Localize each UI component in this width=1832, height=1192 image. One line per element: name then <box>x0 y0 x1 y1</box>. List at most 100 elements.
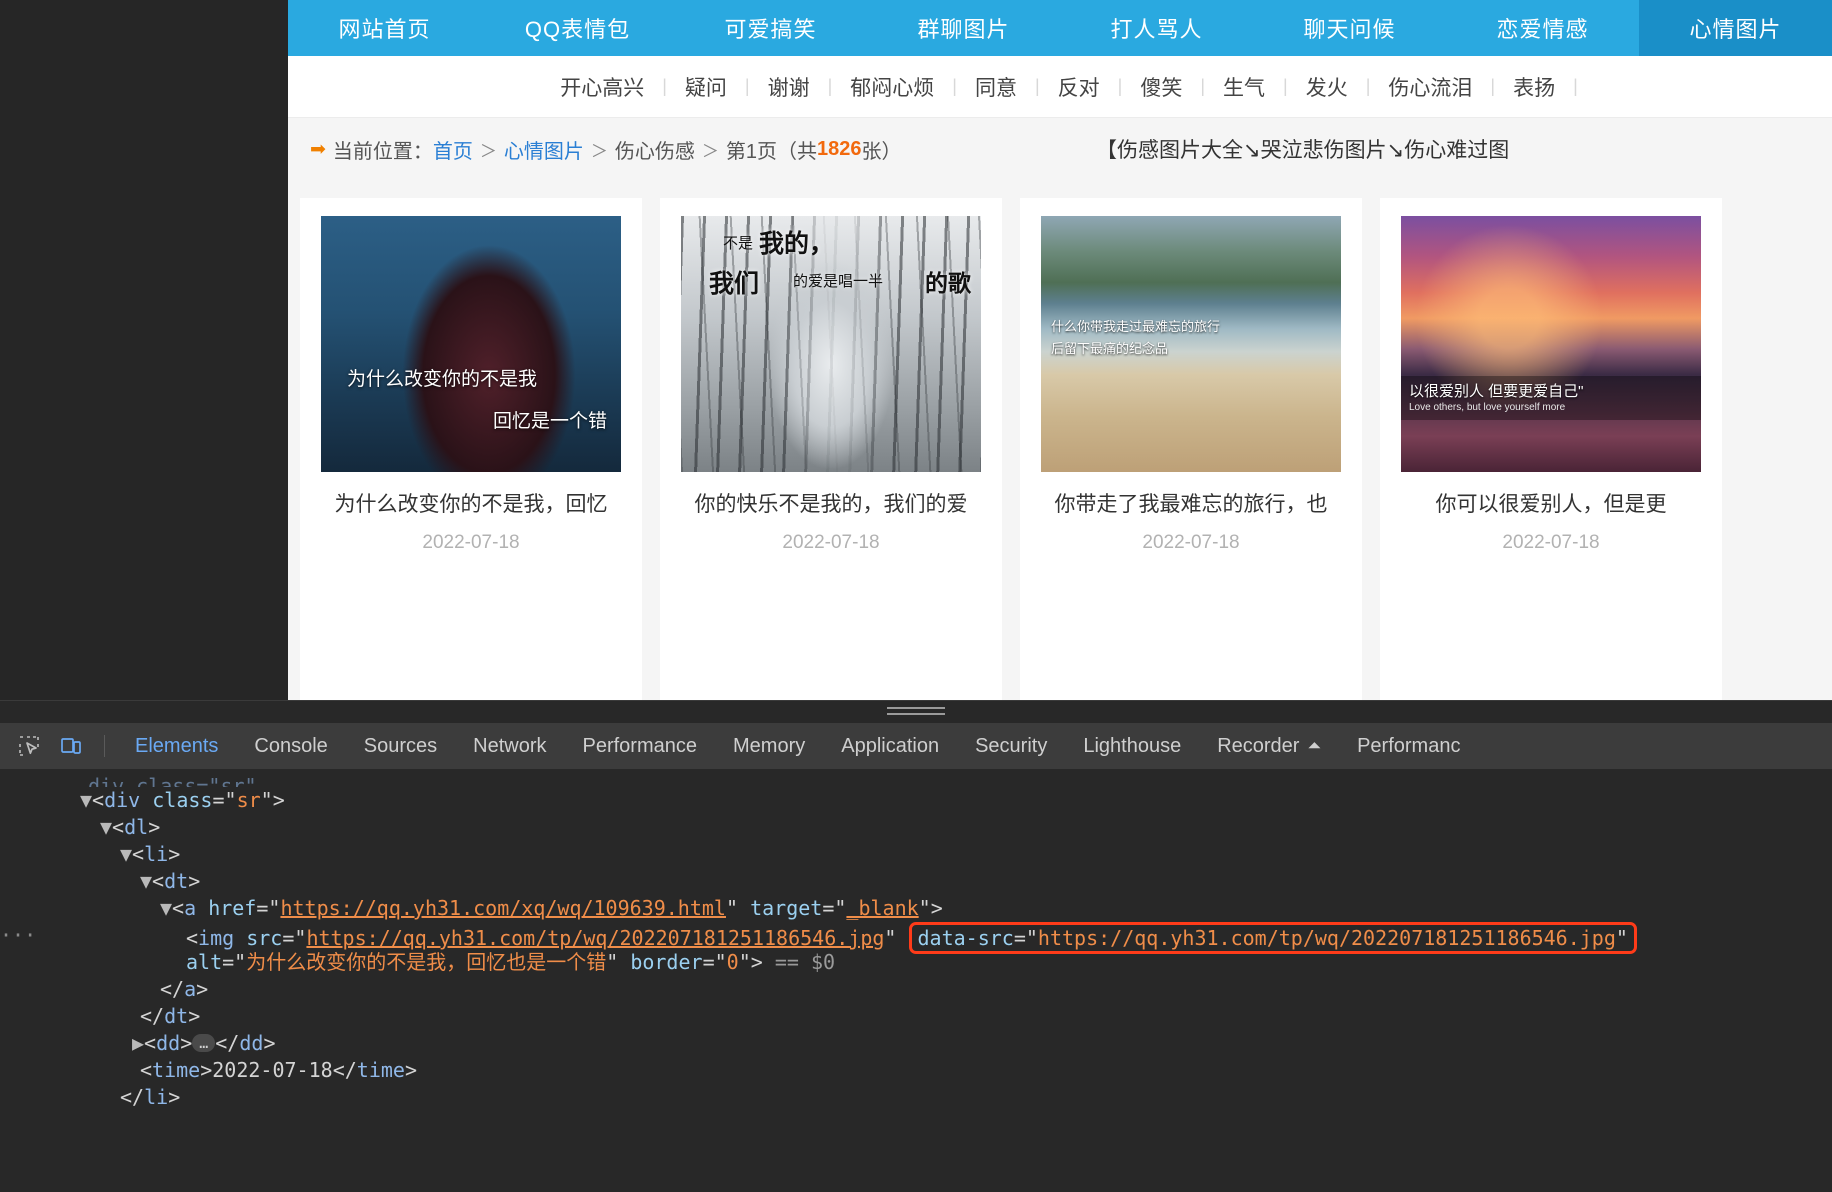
collapsed-content-icon[interactable]: … <box>192 1034 216 1052</box>
card-thumbnail[interactable]: 什么你带我走过最难忘的旅行 后留下最痛的纪念品 <box>1041 216 1341 472</box>
sub-nav-item-0[interactable]: 开心高兴 <box>542 72 662 102</box>
disclosure-triangle-icon[interactable]: ▼ <box>140 869 152 893</box>
dom-row-close-dt[interactable]: </dt> <box>0 1003 1832 1030</box>
main-nav-item-3[interactable]: 群聊图片 <box>867 0 1060 56</box>
thumbnail-overlay-subtext: Love others, but love yourself more <box>1409 402 1566 413</box>
main-nav-item-4[interactable]: 打人骂人 <box>1060 0 1253 56</box>
dom-row-dl[interactable]: ▼<dl> <box>0 814 1832 841</box>
device-toolbar-icon[interactable] <box>50 723 92 769</box>
card-thumbnail[interactable]: 为什么改变你的不是我 回忆是一个错 <box>321 216 621 472</box>
tag-name: li <box>144 842 169 866</box>
disclosure-triangle-icon[interactable]: ▼ <box>120 842 132 866</box>
sub-nav-item-2[interactable]: 谢谢 <box>750 72 828 102</box>
attr-name-href: href <box>208 896 257 920</box>
card-caption[interactable]: 你可以很爱别人，但是更 <box>1392 488 1710 518</box>
card-date: 2022-07-18 <box>782 532 880 553</box>
main-nav-item-7-active[interactable]: 心情图片 <box>1639 0 1832 56</box>
tab-label: Memory <box>733 734 806 757</box>
tab-console[interactable]: Console <box>236 723 345 769</box>
page-title: 【伤感图片大全↘哭泣悲伤图片↘伤心难过图 <box>1096 139 1510 162</box>
tab-label: Security <box>975 734 1048 757</box>
dom-row-li[interactable]: ▼<li> <box>0 841 1832 868</box>
dom-tree[interactable]: div class="sr" ... ▼<div class="sr"> ▼<d… <box>0 769 1832 1192</box>
main-nav-label: 心情图片 <box>1689 17 1782 42</box>
image-card-1[interactable]: 不是 我的， 我们 的爱是唱一半 的歌 你的快乐不是我的，我们的爱 2022-0… <box>660 198 1002 700</box>
breadcrumb-page-prefix: 第1页（共 <box>725 140 818 163</box>
card-thumbnail[interactable]: 不是 我的， 我们 的爱是唱一半 的歌 <box>681 216 981 472</box>
disclosure-triangle-icon[interactable]: ▶ <box>132 1031 144 1055</box>
dom-row-partial: div class="sr" ... <box>0 773 1832 787</box>
sub-nav-item-3[interactable]: 郁闷心烦 <box>832 72 952 102</box>
tag-name: a <box>184 896 197 920</box>
inspect-element-icon[interactable] <box>8 723 50 769</box>
tab-elements[interactable]: Elements <box>117 723 236 769</box>
tab-performance[interactable]: Performance <box>565 723 716 769</box>
tab-memory[interactable]: Memory <box>715 723 823 769</box>
sub-nav-item-8[interactable]: 发火 <box>1288 72 1366 102</box>
attr-value-href[interactable]: https://qq.yh31.com/xq/wq/109639.html <box>280 896 726 920</box>
dom-row-close-anchor[interactable]: </a> <box>0 976 1832 1003</box>
thumbnail-overlay-text: 我的， <box>759 230 835 258</box>
attr-name-border: border <box>630 950 703 974</box>
tag-name-time: time <box>152 1058 201 1082</box>
card-caption[interactable]: 你的快乐不是我的，我们的爱 <box>672 488 990 518</box>
attr-name-target: target <box>750 896 823 920</box>
tab-network[interactable]: Network <box>455 723 564 769</box>
sub-nav-item-9[interactable]: 伤心流泪 <box>1370 72 1490 102</box>
disclosure-triangle-icon[interactable]: ▼ <box>80 788 92 812</box>
main-nav-label: 打人骂人 <box>1110 17 1203 42</box>
tab-label: Performanc <box>1357 734 1461 757</box>
tab-application[interactable]: Application <box>823 723 957 769</box>
disclosure-triangle-icon[interactable]: ▼ <box>100 815 112 839</box>
drag-handle-icon[interactable] <box>887 707 945 709</box>
dom-row-close-li[interactable]: </li> <box>0 1084 1832 1111</box>
sub-nav-item-10[interactable]: 表扬 <box>1495 72 1573 102</box>
sub-navigation: 开心高兴 | 疑问 | 谢谢 | 郁闷心烦 | 同意 | 反对 | 傻笑 | 生… <box>288 56 1832 118</box>
dom-row-anchor[interactable]: ▼<a href="https://qq.yh31.com/xq/wq/1096… <box>0 895 1832 922</box>
main-nav-item-1[interactable]: QQ表情包 <box>481 0 674 56</box>
card-thumbnail[interactable]: 以很爱别人 但要更爱自己" Love others, but love your… <box>1401 216 1701 472</box>
image-card-0[interactable]: 为什么改变你的不是我 回忆是一个错 为什么改变你的不是我，回忆 2022-07-… <box>300 198 642 700</box>
thumbnail-overlay-text: 的歌 <box>925 270 971 296</box>
closing-tag-time: time <box>356 1058 405 1082</box>
tab-label: Application <box>841 734 940 757</box>
attr-value: sr <box>236 788 261 812</box>
tab-lighthouse[interactable]: Lighthouse <box>1065 723 1199 769</box>
main-nav-item-6[interactable]: 恋爱情感 <box>1446 0 1639 56</box>
dom-row-time[interactable]: <time>2022-07-18</time> <box>0 1057 1832 1084</box>
sub-nav-item-6[interactable]: 傻笑 <box>1122 72 1200 102</box>
sub-nav-item-4[interactable]: 同意 <box>957 72 1035 102</box>
attr-value-src[interactable]: https://qq.yh31.com/tp/wq/20220718125118… <box>306 926 884 950</box>
image-card-3[interactable]: 以很爱别人 但要更爱自己" Love others, but love your… <box>1380 198 1722 700</box>
image-card-2[interactable]: 什么你带我走过最难忘的旅行 后留下最痛的纪念品 你带走了我最难忘的旅行，也 20… <box>1020 198 1362 700</box>
disclosure-triangle-icon[interactable]: ▼ <box>160 896 172 920</box>
breadcrumb-home-link[interactable]: 首页 <box>433 135 473 164</box>
sub-nav-item-1[interactable]: 疑问 <box>667 72 745 102</box>
breadcrumb-image-count: 1826 <box>817 137 862 160</box>
dom-row-dd[interactable]: ▶<dd>… </dd> <box>0 1030 1832 1057</box>
dom-row-dt[interactable]: ▼<dt> <box>0 868 1832 895</box>
sub-nav-item-7[interactable]: 生气 <box>1205 72 1283 102</box>
thumbnail-overlay-text: 什么你带我走过最难忘的旅行 <box>1051 319 1221 334</box>
tab-security[interactable]: Security <box>957 723 1065 769</box>
main-nav-item-0[interactable]: 网站首页 <box>288 0 481 56</box>
tag-name: img <box>198 926 235 950</box>
card-caption[interactable]: 为什么改变你的不是我，回忆 <box>312 488 630 518</box>
dom-row-img[interactable]: ··· <img src="https://qq.yh31.com/tp/wq/2… <box>0 922 1832 954</box>
tab-recorder[interactable]: Recorder ⏶ <box>1199 723 1339 769</box>
highlighted-data-src-attribute[interactable]: data-src="https://qq.yh31.com/tp/wq/2022… <box>908 922 1637 954</box>
tab-sources[interactable]: Sources <box>346 723 455 769</box>
sub-nav-item-5[interactable]: 反对 <box>1040 72 1118 102</box>
tab-label: Sources <box>363 734 438 757</box>
tag-name: dt <box>164 869 189 893</box>
card-caption[interactable]: 你带走了我最难忘的旅行，也 <box>1032 488 1350 518</box>
dom-partial-text: div class="sr" ... <box>88 774 329 787</box>
toolbar-divider <box>104 735 105 757</box>
main-nav-item-5[interactable]: 聊天问候 <box>1253 0 1446 56</box>
devtools-resize-bar[interactable] <box>0 701 1832 723</box>
overflow-ellipsis-icon: ··· <box>0 923 37 947</box>
dom-row-div-sr[interactable]: ▼<div class="sr"> <box>0 787 1832 814</box>
main-nav-item-2[interactable]: 可爱搞笑 <box>674 0 867 56</box>
breadcrumb-category-link[interactable]: 心情图片 <box>504 135 584 164</box>
tab-performance-insights[interactable]: Performanc <box>1339 723 1478 769</box>
